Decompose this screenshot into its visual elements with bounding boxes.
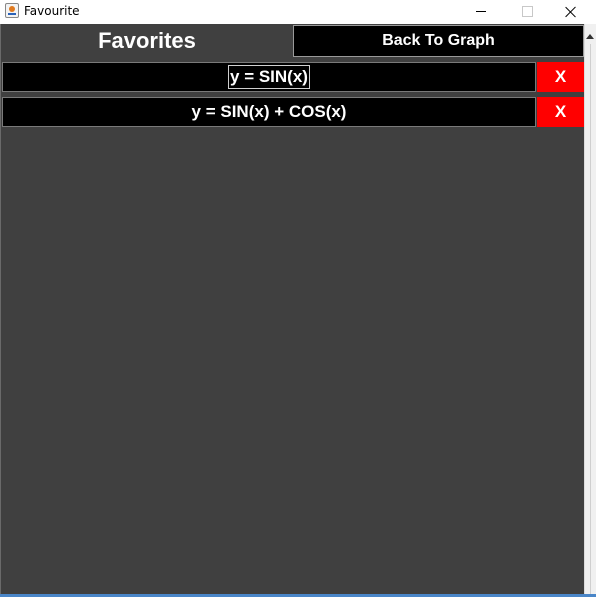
delete-favorite-button[interactable]: X bbox=[537, 97, 584, 127]
favorite-equation-label: y = SIN(x) + COS(x) bbox=[191, 102, 347, 121]
favourite-window: Favourite Favorites Back To Graph y = SI… bbox=[0, 0, 596, 597]
java-icon bbox=[5, 3, 19, 18]
back-to-graph-button[interactable]: Back To Graph bbox=[293, 25, 584, 57]
window-title: Favourite bbox=[24, 4, 80, 18]
favorite-row: y = SIN(x) + COS(x) X bbox=[2, 97, 584, 127]
close-button[interactable] bbox=[548, 0, 594, 23]
favorite-equation-label: y = SIN(x) bbox=[228, 65, 310, 89]
minimize-icon bbox=[476, 11, 486, 12]
maximize-icon bbox=[521, 6, 533, 17]
delete-favorite-button[interactable]: X bbox=[537, 62, 584, 92]
page-title: Favorites bbox=[98, 28, 196, 53]
favorite-row: y = SIN(x) X bbox=[2, 62, 584, 92]
scroll-up-arrow-icon[interactable] bbox=[586, 34, 594, 39]
maximize-button[interactable] bbox=[504, 0, 550, 23]
title-bar: Favourite bbox=[0, 0, 596, 23]
minimize-button[interactable] bbox=[458, 0, 504, 23]
favorites-panel: Favorites Back To Graph y = SIN(x) X y =… bbox=[0, 24, 584, 597]
close-icon bbox=[565, 6, 577, 18]
scroll-track[interactable] bbox=[590, 44, 591, 597]
vertical-scrollbar[interactable] bbox=[584, 24, 596, 597]
favorite-equation-button[interactable]: y = SIN(x) + COS(x) bbox=[2, 97, 536, 127]
favorite-equation-button[interactable]: y = SIN(x) bbox=[2, 62, 536, 92]
